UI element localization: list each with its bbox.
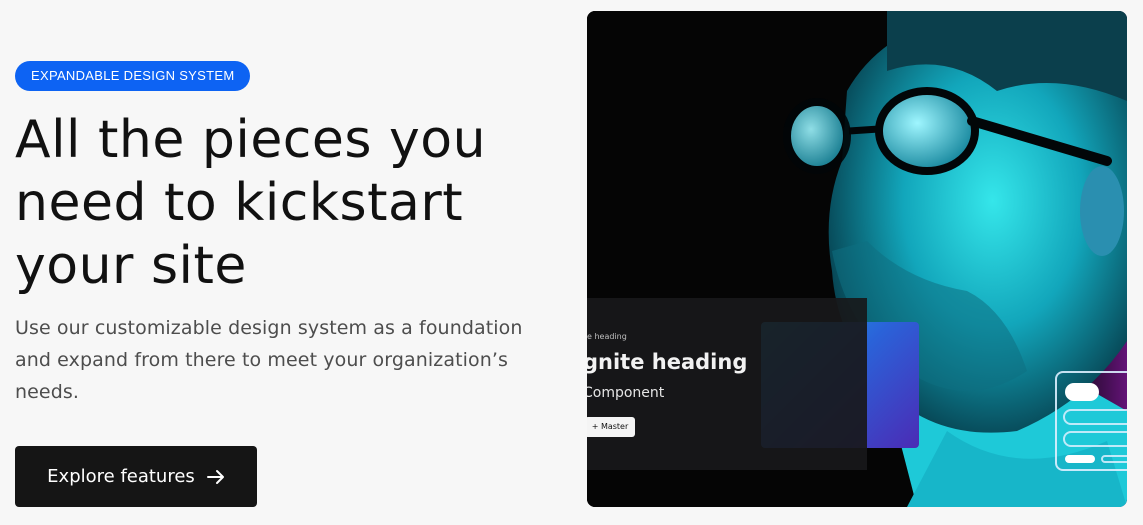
mock-field bbox=[1063, 431, 1127, 447]
mock-subheading: Component bbox=[587, 385, 665, 401]
explore-features-label: Explore features bbox=[47, 466, 195, 487]
mock-form-widget bbox=[1055, 371, 1127, 471]
explore-features-button[interactable]: Explore features bbox=[15, 446, 257, 507]
mock-pill-outline bbox=[1101, 455, 1127, 463]
lead-paragraph: Use our customizable design system as a … bbox=[15, 317, 523, 403]
eyebrow-badge: EXPANDABLE DESIGN SYSTEM bbox=[15, 61, 251, 91]
mock-eyebrow: e heading bbox=[587, 332, 627, 341]
arrow-right-icon bbox=[206, 469, 225, 485]
mock-toggle bbox=[1065, 383, 1099, 401]
mock-component-card: e heading gnite heading Component + Mast… bbox=[587, 298, 867, 470]
hero-image: e heading gnite heading Component + Mast… bbox=[587, 11, 1127, 507]
mock-pill bbox=[1065, 455, 1095, 463]
page: EXPANDABLE DESIGN SYSTEM All the pieces … bbox=[0, 0, 1143, 525]
mock-heading: gnite heading bbox=[587, 350, 748, 374]
hero-copy: EXPANDABLE DESIGN SYSTEM All the pieces … bbox=[15, 61, 560, 408]
mock-field bbox=[1063, 409, 1127, 425]
page-title: All the pieces you need to kickstart you… bbox=[15, 110, 487, 296]
mock-button: + Master bbox=[587, 417, 635, 437]
